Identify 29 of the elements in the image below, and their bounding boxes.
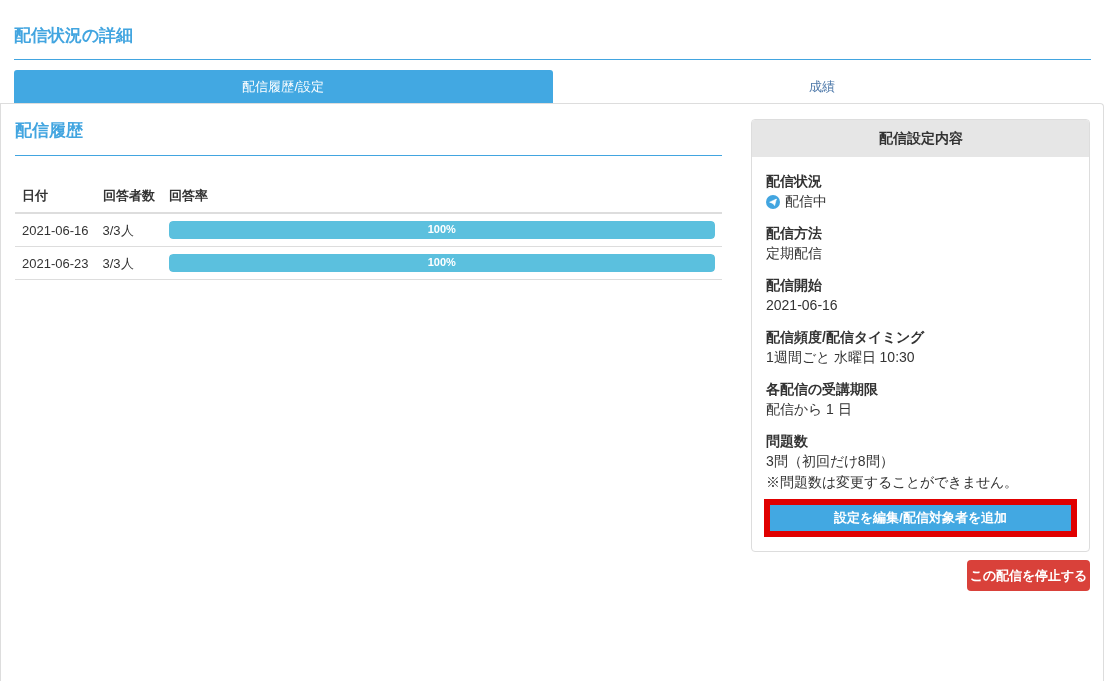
setting-value: 3問（初回だけ8問） <box>766 452 894 471</box>
setting-value: 配信から 1 日 <box>766 400 852 419</box>
setting-label: 配信状況 <box>766 172 822 191</box>
card-title: 配信設定内容 <box>878 129 963 148</box>
setting-value: ※問題数は変更することができません。 <box>766 473 1018 492</box>
column-header: 日付 <box>22 188 48 203</box>
setting-value: 1週間ごと 水曜日 10:30 <box>766 348 915 367</box>
column-header: 回答率 <box>168 188 208 203</box>
column-header: 回答者数 <box>102 188 155 203</box>
stop-delivery-button[interactable]: この配信を停止する <box>967 560 1090 591</box>
setting-label: 各配信の受講期限 <box>766 380 878 399</box>
setting-label: 問題数 <box>766 432 808 451</box>
table-cell: 2021-06-16 <box>22 222 89 238</box>
setting-value: 定期配信 <box>766 244 822 263</box>
setting-value: 2021-06-16 <box>766 296 838 315</box>
table-cell: 3/3人 <box>102 255 134 271</box>
page-title: 配信状況の詳細 <box>14 25 133 47</box>
tab[interactable]: 配信履歴/設定 <box>14 70 553 103</box>
edit-settings-button[interactable]: 設定を編集/配信対象者を追加 <box>770 505 1071 531</box>
setting-label: 配信方法 <box>766 224 822 243</box>
percent-label: 100% <box>426 222 457 238</box>
table-cell: 2021-06-23 <box>22 255 89 271</box>
paper-plane-icon <box>766 194 780 209</box>
setting-value: 配信中 <box>785 192 827 211</box>
table-cell: 3/3人 <box>102 222 134 238</box>
percent-label: 100% <box>426 255 457 270</box>
setting-label: 配信頻度/配信タイミング <box>766 328 924 347</box>
section-title: 配信履歴 <box>15 120 83 142</box>
setting-label: 配信開始 <box>766 276 822 295</box>
